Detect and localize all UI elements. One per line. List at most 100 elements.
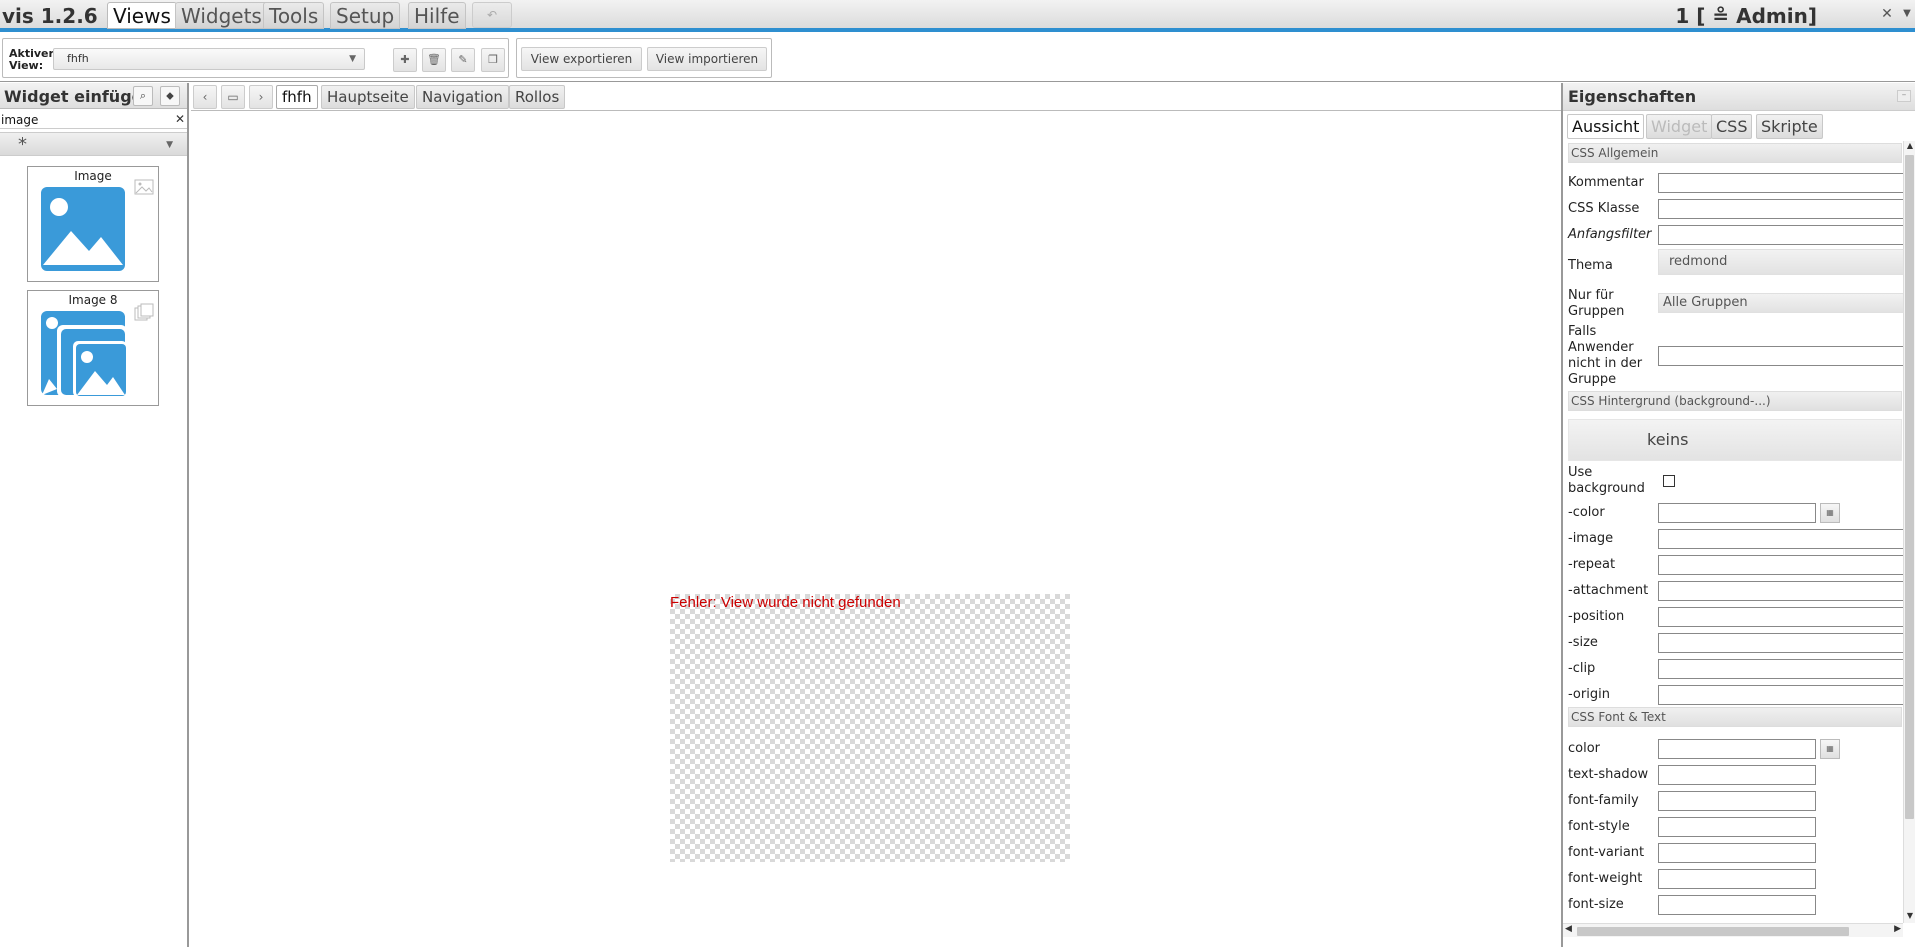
edit-canvas[interactable]: Fehler: View wurde nicht gefunden <box>191 112 1561 947</box>
section-css-hintergrund[interactable]: CSS Hintergrund (background-...) <box>1568 391 1902 411</box>
active-view-select[interactable]: fhfh ▼ <box>53 48 365 70</box>
color-picker-icon[interactable]: ▦ <box>1820 503 1840 523</box>
view-container[interactable]: Fehler: View wurde nicht gefunden <box>670 594 1070 862</box>
label-font-weight: font-weight <box>1568 871 1643 886</box>
menu-tab-tools[interactable]: Tools <box>263 2 325 29</box>
label-css-klasse: CSS Klasse <box>1568 201 1640 216</box>
view-select-group: Aktiver View: fhfh ▼ ✚ 🗑 ✎ ❐ <box>2 38 509 78</box>
label-kommentar: Kommentar <box>1568 175 1644 190</box>
section-css-allgemein[interactable]: CSS Allgemein <box>1568 143 1902 163</box>
properties-panel: Eigenschaften – Aussicht Widget CSS Skri… <box>1561 83 1915 947</box>
clipboard-icon[interactable]: ▭ <box>221 85 245 109</box>
label-bg-color: -color <box>1568 505 1605 520</box>
tab-skripte[interactable]: Skripte <box>1756 114 1823 139</box>
view-tab-hauptseite[interactable]: Hauptseite <box>321 85 415 109</box>
collapse-icon[interactable]: – <box>1897 90 1911 102</box>
import-export-group: View exportieren View importieren <box>516 38 772 78</box>
horizontal-scrollbar[interactable]: ◀ ▶ <box>1563 923 1903 937</box>
import-view-button[interactable]: View importieren <box>647 47 767 71</box>
bg-position-input[interactable] <box>1658 607 1908 627</box>
menu-tab-widgets[interactable]: Widgets <box>175 2 268 29</box>
font-size-input[interactable] <box>1658 895 1816 915</box>
use-background-checkbox[interactable] <box>1663 475 1675 487</box>
chevron-down-icon[interactable]: ▼ <box>1899 3 1915 25</box>
app-title: vis 1.2.6 <box>2 4 98 28</box>
label-bg-position: -position <box>1568 609 1625 624</box>
gruppen-select[interactable]: Alle Gruppen <box>1658 293 1908 313</box>
menu-bar: vis 1.2.6 Views Widgets Tools Setup Hilf… <box>0 0 1915 32</box>
bg-clip-input[interactable] <box>1658 659 1908 679</box>
bg-size-input[interactable] <box>1658 633 1908 653</box>
widget-item-image[interactable]: Image <box>27 166 159 282</box>
anfangsfilter-input[interactable] <box>1658 225 1908 245</box>
label-font-size: font-size <box>1568 897 1624 912</box>
bg-attachment-input[interactable] <box>1658 581 1908 601</box>
chevron-right-icon[interactable]: › <box>249 85 273 109</box>
copy-view-button[interactable]: ❐ <box>481 48 505 72</box>
scroll-right-icon[interactable]: ▶ <box>1894 924 1901 934</box>
image-stack-icon <box>41 311 127 397</box>
tag-icon[interactable]: ⬥ <box>160 86 180 106</box>
view-tab-fhfh[interactable]: fhfh <box>276 85 318 109</box>
label-nur-fuer-gruppen: Nur für Gruppen <box>1568 288 1625 319</box>
tab-widget[interactable]: Widget <box>1646 114 1713 139</box>
menu-tab-hilfe[interactable]: Hilfe <box>408 2 466 29</box>
add-view-button[interactable]: ✚ <box>393 48 417 72</box>
kommentar-input[interactable] <box>1658 173 1908 193</box>
delete-view-button[interactable]: 🗑 <box>422 48 446 72</box>
label-bg-repeat: -repeat <box>1568 557 1616 572</box>
clear-filter-icon[interactable]: ✕ <box>175 112 185 126</box>
scroll-thumb[interactable] <box>1577 927 1849 936</box>
widget-category-select[interactable]: * ▼ <box>0 132 187 156</box>
css-klasse-input[interactable] <box>1658 199 1908 219</box>
view-tab-bar: ‹ ▭ › fhfh Hauptseite Navigation Rollos <box>191 83 1561 111</box>
undo-button[interactable]: ↶ <box>472 2 512 28</box>
view-tab-rollos[interactable]: Rollos <box>509 85 566 109</box>
label-font-style: font-style <box>1568 819 1630 834</box>
label-font-variant: font-variant <box>1568 845 1645 860</box>
tab-aussicht[interactable]: Aussicht <box>1567 114 1645 139</box>
view-tab-navigation[interactable]: Navigation <box>416 85 509 109</box>
section-css-font-text[interactable]: CSS Font & Text <box>1568 707 1902 727</box>
color-picker-icon[interactable]: ▦ <box>1820 739 1840 759</box>
falls-anwender-input[interactable] <box>1658 346 1908 366</box>
font-style-input[interactable] <box>1658 817 1816 837</box>
properties-header: Eigenschaften – <box>1563 83 1915 111</box>
chevron-down-icon: ▼ <box>349 54 356 64</box>
bg-repeat-input[interactable] <box>1658 555 1908 575</box>
menu-tab-setup[interactable]: Setup <box>330 2 401 29</box>
scroll-left-icon[interactable]: ◀ <box>1565 924 1572 934</box>
text-shadow-input[interactable] <box>1658 765 1816 785</box>
widget-palette: Widget einfügen ⌕ ⬥ ✕ * ▼ Image Image 8 <box>0 83 189 947</box>
bg-color-input[interactable] <box>1658 503 1816 523</box>
widget-item-image-8[interactable]: Image 8 <box>27 290 159 406</box>
font-family-input[interactable] <box>1658 791 1816 811</box>
scroll-up-icon[interactable]: ▲ <box>1904 141 1915 153</box>
search-icon[interactable]: ⌕ <box>133 86 153 106</box>
tab-css[interactable]: CSS <box>1711 114 1753 139</box>
font-color-input[interactable] <box>1658 739 1816 759</box>
label-bg-origin: -origin <box>1568 687 1610 702</box>
scroll-down-icon[interactable]: ▼ <box>1904 911 1915 923</box>
background-preset-select[interactable]: keins <box>1568 419 1902 461</box>
menu-tab-views[interactable]: Views <box>107 2 177 29</box>
close-icon[interactable]: ✕ <box>1875 3 1899 25</box>
label-thema: Thema <box>1568 258 1613 273</box>
thema-select[interactable]: redmond <box>1658 249 1908 275</box>
bg-image-input[interactable] <box>1658 529 1908 549</box>
font-variant-input[interactable] <box>1658 843 1816 863</box>
widget-filter-input[interactable] <box>0 111 187 129</box>
export-view-button[interactable]: View exportieren <box>521 47 642 71</box>
vertical-scrollbar[interactable]: ▲ ▼ <box>1903 141 1915 923</box>
pencil-icon: ✎ <box>458 53 468 66</box>
label-anfangsfilter: Anfangsfilter <box>1568 227 1652 242</box>
rename-view-button[interactable]: ✎ <box>451 48 475 72</box>
bg-origin-input[interactable] <box>1658 685 1908 705</box>
image-icon <box>134 179 154 195</box>
view-error-message: Fehler: View wurde nicht gefunden <box>670 594 901 611</box>
label-falls-anwender: Falls Anwender nicht in der Gruppe <box>1568 324 1643 387</box>
font-weight-input[interactable] <box>1658 869 1816 889</box>
chevron-left-icon[interactable]: ‹ <box>193 85 217 109</box>
scroll-thumb[interactable] <box>1905 155 1914 819</box>
label-color: color <box>1568 741 1601 756</box>
